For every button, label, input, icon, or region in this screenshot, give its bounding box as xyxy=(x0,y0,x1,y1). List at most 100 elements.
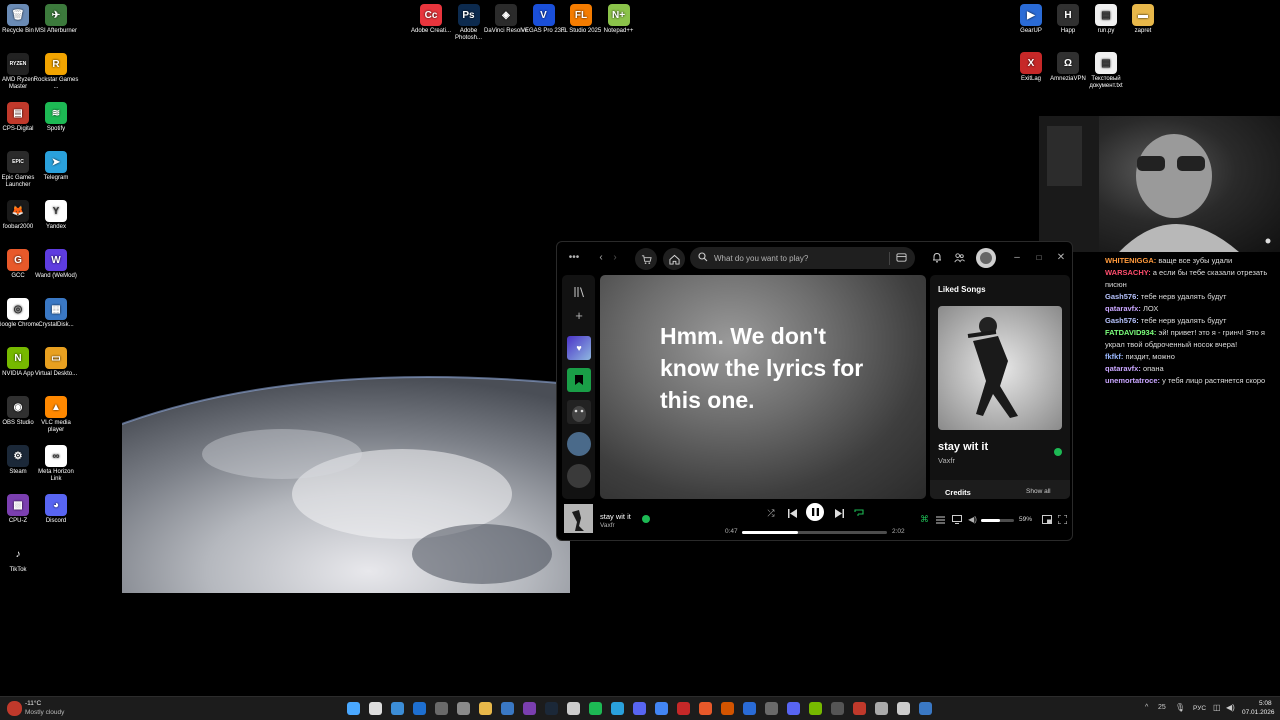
desktop-icon-spotify[interactable]: ≋ Spotify xyxy=(33,102,79,133)
back-icon[interactable]: ‹ xyxy=(595,250,607,264)
language-indicator[interactable]: РУС xyxy=(1193,705,1206,712)
store-icon[interactable] xyxy=(635,248,657,270)
taskbar-app-icon[interactable] xyxy=(567,702,580,715)
repeat-icon[interactable] xyxy=(853,507,865,519)
create-icon[interactable]: + xyxy=(572,308,586,323)
close-icon[interactable]: ✕ xyxy=(1055,251,1067,263)
show-all-link[interactable]: Show all xyxy=(1026,488,1051,495)
previous-icon[interactable] xyxy=(786,507,798,519)
desktop-icon-discord[interactable]: ◕ Discord xyxy=(33,494,79,525)
volume-icon[interactable]: ◀) xyxy=(967,514,978,525)
playlist-thumb[interactable] xyxy=(567,400,591,424)
desktop-icon-wand-wemod[interactable]: W Wand (WeMod) xyxy=(33,249,79,280)
desktop-icon-notepad[interactable]: N+ Notepad++ xyxy=(596,4,642,35)
taskbar-app-icon[interactable] xyxy=(919,702,932,715)
desktop-icon-msi-afterburner[interactable]: ✈ MSI Afterburner xyxy=(33,4,79,35)
now-playing-cover[interactable] xyxy=(564,504,593,533)
queue-icon[interactable] xyxy=(935,514,946,525)
library-icon[interactable] xyxy=(572,285,586,299)
miniplayer-icon[interactable] xyxy=(1041,514,1052,525)
chat-username[interactable]: qataravfx: xyxy=(1105,364,1141,373)
taskbar-app-icon[interactable] xyxy=(699,702,712,715)
chat-username[interactable]: Gash576: xyxy=(1105,316,1139,325)
minimize-icon[interactable]: – xyxy=(1011,251,1023,263)
now-playing-title[interactable]: stay wit it xyxy=(600,512,631,521)
network-icon[interactable]: ◫ xyxy=(1213,703,1221,712)
panel-artist[interactable]: Vaxfr xyxy=(938,456,955,465)
menu-dots-icon[interactable]: ••• xyxy=(567,250,581,264)
desktop-icon-yandex[interactable]: Y Yandex xyxy=(33,200,79,231)
taskbar-happ-icon[interactable] xyxy=(875,702,888,715)
taskbar-chrome-icon[interactable] xyxy=(655,702,668,715)
volume-slider[interactable] xyxy=(981,519,1014,522)
weather-temp[interactable]: -11°C xyxy=(25,700,41,707)
taskbar-start-icon[interactable] xyxy=(347,702,360,715)
fullscreen-icon[interactable] xyxy=(1057,514,1068,525)
panel-track-title[interactable]: stay wit it xyxy=(938,441,988,453)
artist-thumb[interactable] xyxy=(567,464,591,488)
taskbar-discord-icon[interactable] xyxy=(633,702,646,715)
now-playing-artist[interactable]: Vaxfr xyxy=(600,522,615,529)
shuffle-icon[interactable]: ⤮ xyxy=(765,507,777,519)
spotify-window[interactable]: ••• ‹ › What do you want to play? – □ ✕ … xyxy=(556,241,1073,541)
taskbar-search-icon[interactable] xyxy=(369,702,382,715)
taskbar-app-icon[interactable] xyxy=(765,702,778,715)
avatar[interactable] xyxy=(976,248,996,268)
taskbar-settings-icon[interactable] xyxy=(457,702,470,715)
search-input[interactable]: What do you want to play? xyxy=(690,247,915,269)
taskbar-spotify-icon[interactable] xyxy=(589,702,602,715)
taskbar-terminal-icon[interactable] xyxy=(897,702,910,715)
desktop-icon-tiktok[interactable]: ♪ TikTok xyxy=(0,543,41,574)
bell-icon[interactable] xyxy=(931,251,943,263)
desktop-icon-текстовый-документ-txt[interactable]: ▤ Текстовый документ.txt xyxy=(1083,52,1129,90)
taskbar-telegram-icon[interactable] xyxy=(611,702,624,715)
mic-icon[interactable]: 🎙 xyxy=(1175,703,1185,712)
next-icon[interactable] xyxy=(833,507,845,519)
taskbar-steam-icon[interactable] xyxy=(545,702,558,715)
chat-username[interactable]: WARSACHY: xyxy=(1105,268,1151,277)
chat-username[interactable]: fkfkf: xyxy=(1105,352,1123,361)
chat-username[interactable]: unemortatroce: xyxy=(1105,376,1160,385)
desktop-icon-rockstar-games[interactable]: R Rockstar Games ... xyxy=(33,53,79,91)
home-icon[interactable] xyxy=(663,248,685,270)
chat-username[interactable]: qataravfx: xyxy=(1105,304,1141,313)
connect-device-icon[interactable] xyxy=(951,514,962,525)
taskbar-widgets-icon[interactable] xyxy=(413,702,426,715)
friends-icon[interactable] xyxy=(953,251,965,263)
desktop-icon-zapret[interactable]: ▬ zapret xyxy=(1120,4,1166,35)
taskbar-explorer-icon[interactable] xyxy=(479,702,492,715)
speaker-icon[interactable]: ◀) xyxy=(1226,703,1235,712)
taskbar-app-icon[interactable] xyxy=(523,702,536,715)
taskbar-app-icon[interactable] xyxy=(831,702,844,715)
clock-time[interactable]: 5:08 xyxy=(1259,700,1272,707)
chevron-up-icon[interactable]: ^ xyxy=(1145,704,1148,711)
chat-username[interactable]: WHITENIGGA: xyxy=(1105,256,1156,265)
taskbar-minecraft-icon[interactable] xyxy=(809,702,822,715)
maximize-icon[interactable]: □ xyxy=(1033,251,1045,263)
desktop-icon-telegram[interactable]: ➤ Telegram xyxy=(33,151,79,182)
taskbar-app-icon[interactable] xyxy=(721,702,734,715)
liked-check-icon[interactable] xyxy=(642,515,650,523)
chat-username[interactable]: Gash576: xyxy=(1105,292,1139,301)
desktop-icon-virtual-deskto[interactable]: ▭ Virtual Deskto... xyxy=(33,347,79,378)
taskbar-copilot-icon[interactable] xyxy=(435,702,448,715)
saved-episodes-thumb[interactable] xyxy=(567,368,591,392)
pause-button[interactable] xyxy=(806,503,824,521)
chat-username[interactable]: FATDAVID934: xyxy=(1105,328,1156,337)
clock-date[interactable]: 07.01.2026 xyxy=(1242,709,1275,716)
weather-icon[interactable] xyxy=(7,701,22,716)
artist-thumb[interactable] xyxy=(567,432,591,456)
taskbar-discord-icon[interactable] xyxy=(787,702,800,715)
desktop-icon-vlc-media-player[interactable]: ▲ VLC media player xyxy=(33,396,79,434)
weather-desc[interactable]: Mostly cloudy xyxy=(25,709,64,716)
taskbar-app-icon[interactable] xyxy=(853,702,866,715)
liked-check-icon[interactable] xyxy=(1054,448,1062,456)
taskbar-taskview-icon[interactable] xyxy=(391,702,404,715)
forward-icon[interactable]: › xyxy=(609,250,621,264)
liked-songs-thumb[interactable]: ♥ xyxy=(567,336,591,360)
desktop-icon-meta-horizon-link[interactable]: ∞ Meta Horizon Link xyxy=(33,445,79,483)
taskbar-app-icon[interactable] xyxy=(743,702,756,715)
progress-bar[interactable] xyxy=(742,531,887,534)
taskbar-mail-icon[interactable] xyxy=(501,702,514,715)
taskbar-exitlag-icon[interactable] xyxy=(677,702,690,715)
